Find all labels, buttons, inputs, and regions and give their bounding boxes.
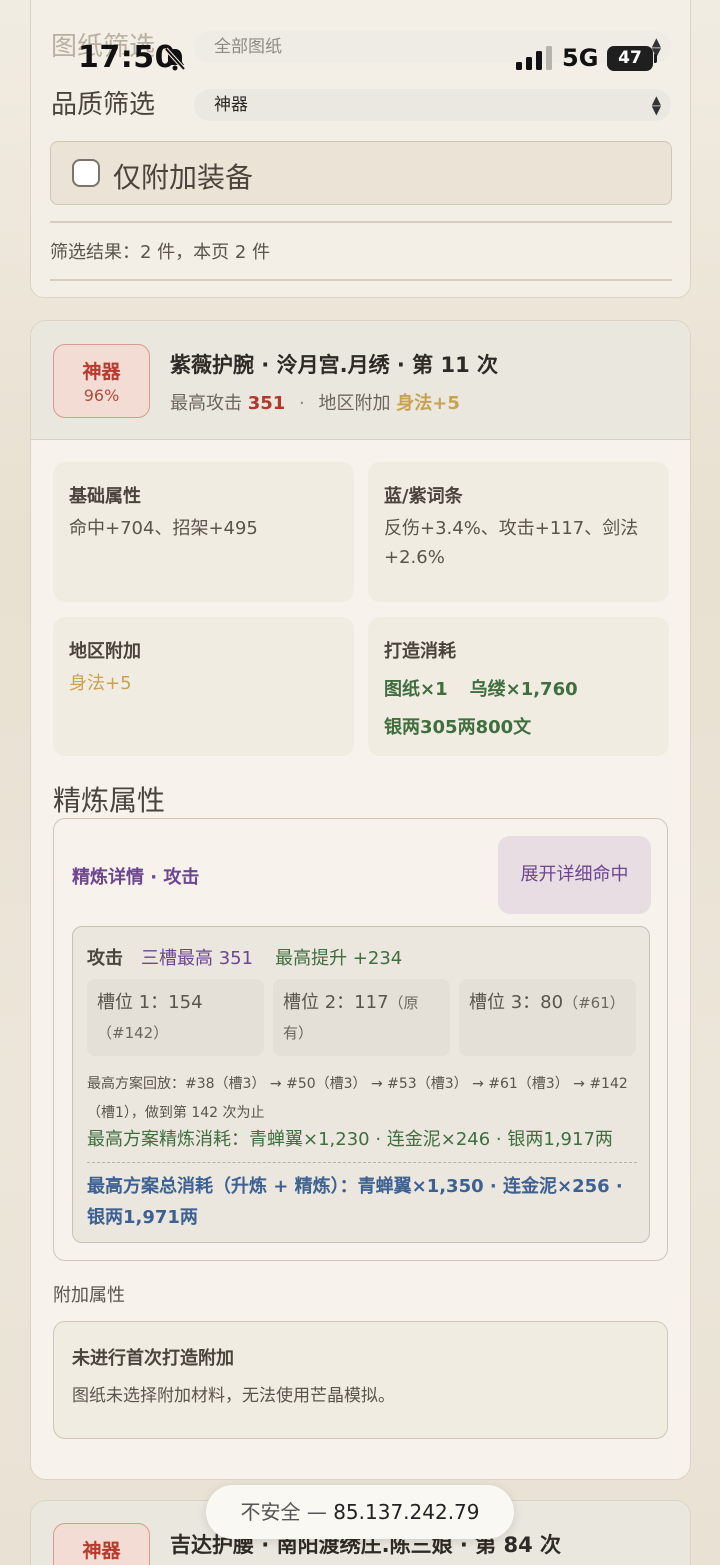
divider: [50, 279, 672, 281]
dashed-divider: [87, 1162, 637, 1163]
craft-cost-box: 打造消耗 图纸×1 乌缕×1,760 银两305两800文: [368, 617, 669, 756]
signal-icon: [516, 46, 552, 70]
select-chevron-icon: ▲ ▼: [651, 93, 661, 117]
max-increase: 最高提升 +234: [275, 948, 403, 969]
max-attack-label: 最高攻击: [170, 393, 242, 414]
quality-name: 神器: [82, 361, 121, 383]
affix-text: 反伤+3.4%、攻击+117、剑法+2.6%: [384, 518, 639, 568]
status-bar: 17:50 5G 47: [0, 30, 720, 90]
three-slot-max: 三槽最高 351: [141, 948, 254, 969]
quality-filter-row: 品质筛选 神器 ▲ ▼: [51, 85, 671, 125]
item-header: 神器 96% 紫薇护腕 · 泠月宫.月绣 · 第 11 次 最高攻击 351 ·…: [31, 321, 690, 440]
base-attr-text: 命中+704、招架+495: [69, 518, 258, 539]
url-host: 85.137.242.79: [333, 1500, 480, 1524]
quality-filter-label: 品质筛选: [51, 90, 156, 120]
affix-box: 蓝/紫词条 反伤+3.4%、攻击+117、剑法+2.6%: [368, 462, 669, 602]
max-attack-value: 351: [247, 393, 286, 414]
region-bonus-box: 地区附加 身法+5: [53, 617, 354, 756]
slot-2-value: 槽位 2：117: [283, 992, 389, 1013]
slot-2: 槽位 2：117（原有）: [273, 979, 450, 1056]
affix-title: 蓝/紫词条: [384, 486, 463, 507]
battery-level: 47: [618, 48, 642, 68]
refine-section-title: 精炼属性: [53, 784, 166, 817]
divider: [50, 221, 672, 223]
region-label: 地区附加: [318, 393, 391, 414]
url-bar[interactable]: 不安全 — 85.137.242.79: [206, 1485, 514, 1539]
network-type: 5G: [562, 44, 599, 72]
refine-cost: 最高方案精炼消耗：青蝉翼×1,230 · 连金泥×246 · 银两1,917两: [87, 1129, 613, 1150]
best-plan-replay: 最高方案回放：#38（槽3） → #50（槽3） → #53（槽3） → #61…: [87, 1076, 628, 1121]
quality-select[interactable]: 神器 ▲ ▼: [194, 89, 671, 121]
battery-icon: 47: [607, 46, 653, 71]
expand-details-button[interactable]: 展开详细命中: [498, 836, 651, 914]
battery-tip: [654, 54, 657, 63]
refine-header: 精炼详情 · 攻击: [72, 867, 200, 888]
extra-attr-box: 未进行首次打造附加 图纸未选择附加材料，无法使用芒晶模拟。: [53, 1321, 668, 1439]
region-value: 身法+5: [396, 393, 460, 414]
slot-3-note: （#61）: [563, 994, 625, 1012]
quality-select-value: 神器: [214, 95, 248, 115]
item-summary: 最高攻击 351 · 地区附加 身法+5: [170, 389, 460, 415]
quality-badge: 神器 96%: [53, 344, 150, 418]
slot-1: 槽位 1：154 （#142）: [87, 979, 264, 1056]
total-cost: 最高方案总消耗（升炼 + 精炼）：青蝉翼×1,350 · 连金泥×256 · 银…: [87, 1176, 623, 1228]
quality-name: 神器: [82, 1540, 121, 1562]
craft-cost-silver: 银两305两800文: [384, 717, 532, 738]
refine-attr-line: 攻击 三槽最高 351 最高提升 +234: [87, 944, 402, 970]
refine-attr-name: 攻击: [87, 948, 123, 969]
item-card: 神器 96% 紫薇护腕 · 泠月宫.月绣 · 第 11 次 最高攻击 351 ·…: [30, 320, 691, 1480]
craft-cost-material: 乌缕×1,760: [469, 679, 578, 700]
quality-badge: 神器: [53, 1523, 150, 1565]
quality-percent: 96%: [83, 386, 120, 405]
extra-section-title: 附加属性: [53, 1285, 125, 1306]
craft-cost-line-1: 图纸×1 乌缕×1,760: [384, 675, 600, 701]
separator-dot: ·: [299, 393, 305, 414]
only-extra-label: 仅附加装备: [113, 161, 254, 194]
only-extra-checkbox[interactable]: [72, 159, 100, 187]
slot-1-value: 槽位 1：154: [97, 992, 203, 1013]
url-separator: —: [306, 1500, 334, 1524]
region-box-text: 身法+5: [69, 673, 132, 694]
slot-3: 槽位 3：80（#61）: [459, 979, 636, 1056]
craft-cost-blueprint: 图纸×1: [384, 679, 448, 700]
insecure-label: 不安全: [240, 1500, 301, 1524]
extra-attr-desc: 图纸未选择附加材料，无法使用芒晶模拟。: [72, 1386, 395, 1406]
filter-result-text: 筛选结果：2 件，本页 2 件: [50, 242, 271, 263]
item-title: 紫薇护腕 · 泠月宫.月绣 · 第 11 次: [170, 353, 499, 377]
craft-cost-title: 打造消耗: [384, 641, 456, 662]
silent-bell-icon: [164, 47, 186, 71]
base-attr-box: 基础属性 命中+704、招架+495: [53, 462, 354, 602]
refine-details: 攻击 三槽最高 351 最高提升 +234 槽位 1：154 （#142） 槽位 2…: [72, 926, 650, 1243]
region-box-title: 地区附加: [69, 641, 141, 662]
only-extra-toggle[interactable]: 仅附加装备: [50, 141, 672, 205]
slot-3-value: 槽位 3：80: [469, 992, 564, 1013]
base-attr-title: 基础属性: [69, 486, 141, 507]
extra-attr-head: 未进行首次打造附加: [72, 1348, 234, 1369]
slot-1-note: （#142）: [97, 1024, 169, 1042]
refine-panel: 精炼详情 · 攻击 展开详细命中 攻击 三槽最高 351 最高提升 +234 槽位 …: [53, 818, 668, 1261]
